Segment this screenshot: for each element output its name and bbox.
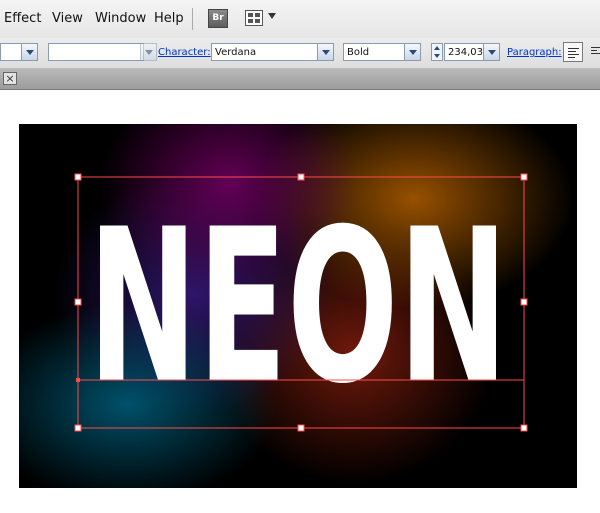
font-size-field[interactable]: 234,03 (444, 43, 484, 61)
paragraph-panel-link[interactable]: Paragraph: (507, 47, 562, 58)
control-bar: Character: Verdana Bold 234,03 Paragraph… (0, 38, 600, 69)
menu-window[interactable]: Window (95, 11, 146, 26)
style-dropdown[interactable] (140, 43, 157, 61)
stroke-weight-dropdown[interactable] (21, 43, 38, 61)
align-left-button[interactable] (563, 42, 583, 62)
resize-handle (520, 298, 528, 306)
document-tab-strip: × (0, 69, 600, 90)
resize-handle (74, 298, 82, 306)
align-center-button[interactable] (587, 42, 600, 62)
menu-view[interactable]: View (52, 11, 83, 26)
workspace-switcher-icon[interactable] (245, 10, 263, 26)
font-style-field[interactable]: Bold (343, 43, 405, 61)
resize-handle (297, 173, 305, 181)
stroke-weight-field[interactable] (0, 43, 22, 61)
resize-handle (520, 424, 528, 432)
resize-handle (74, 424, 82, 432)
menu-bar: Effect View Window Help Br (0, 0, 600, 39)
font-family-dropdown[interactable] (317, 43, 334, 61)
font-style-dropdown[interactable] (404, 43, 421, 61)
neon-artwork: NEON (74, 173, 528, 432)
resize-handle (297, 424, 305, 432)
baseline-anchor (76, 378, 80, 382)
artboard-canvas[interactable]: NEON (19, 124, 577, 488)
font-family-field[interactable]: Verdana (211, 43, 318, 61)
resize-handle (520, 173, 528, 181)
neon-text[interactable]: NEON (88, 183, 508, 430)
menu-separator (192, 8, 193, 30)
font-size-stepper[interactable] (431, 43, 443, 61)
close-icon[interactable]: × (3, 72, 17, 85)
chevron-down-icon[interactable] (268, 13, 276, 19)
menu-effect[interactable]: Effect (4, 11, 41, 26)
menu-help[interactable]: Help (154, 11, 184, 26)
character-panel-link[interactable]: Character: (158, 47, 211, 58)
bridge-button[interactable]: Br (208, 9, 228, 28)
style-field[interactable] (48, 43, 144, 61)
resize-handle (74, 173, 82, 181)
font-size-dropdown[interactable] (483, 43, 500, 61)
